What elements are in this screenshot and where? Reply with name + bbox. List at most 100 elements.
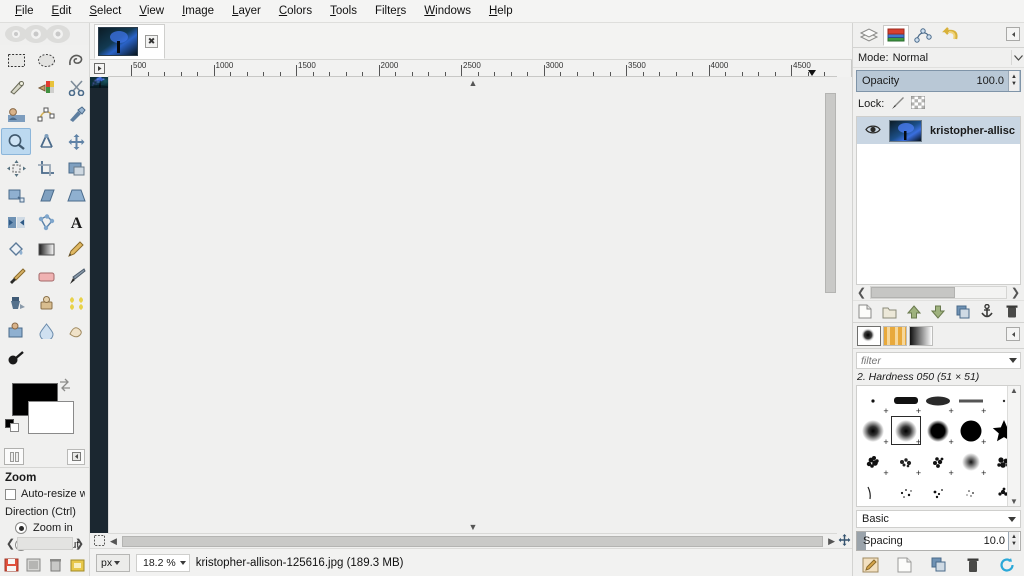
tab-layers[interactable] <box>856 25 882 46</box>
brush-grid[interactable]: + + + + + + + + + + + + ▲ ▼ <box>856 385 1021 507</box>
tab-undo-history[interactable] <box>937 25 963 46</box>
tool-scale[interactable] <box>1 182 31 209</box>
menu-colors[interactable]: Colors <box>270 2 321 20</box>
tab-paths[interactable] <box>910 25 936 46</box>
delete-tool-preset-icon[interactable] <box>47 555 64 574</box>
brush-item-selected[interactable]: + <box>890 415 923 447</box>
auto-resize-checkbox[interactable] <box>5 488 16 500</box>
delete-brush-icon[interactable] <box>963 555 983 574</box>
zoom-selector[interactable]: 18.2 % <box>136 553 190 572</box>
scroll-up-icon[interactable]: ▲ <box>469 77 478 88</box>
tool-pencil[interactable] <box>61 236 91 263</box>
tool-shear[interactable] <box>31 182 61 209</box>
dock-menu-icon[interactable] <box>1006 27 1020 41</box>
lock-pixels-icon[interactable] <box>890 96 905 113</box>
tool-cage-transform[interactable] <box>31 209 61 236</box>
tool-rect-select[interactable] <box>1 47 31 74</box>
tool-alignment[interactable] <box>1 155 31 182</box>
tool-blur-sharpen[interactable] <box>31 317 61 344</box>
brush-item[interactable]: + <box>922 446 955 478</box>
brush-item[interactable]: + <box>922 386 955 416</box>
unit-selector[interactable]: px <box>96 553 130 572</box>
brush-item[interactable]: + <box>857 386 890 416</box>
tool-rotate[interactable] <box>61 155 91 182</box>
layer-row[interactable]: kristopher-allisc <box>857 117 1020 144</box>
image-menu-button[interactable] <box>90 60 108 77</box>
brush-item[interactable]: + <box>955 446 988 478</box>
lower-layer-icon[interactable] <box>928 302 948 321</box>
tool-free-select[interactable] <box>61 47 91 74</box>
scroll-left-icon[interactable]: ❮ <box>856 286 867 299</box>
tool-measure[interactable] <box>31 128 61 155</box>
brush-item[interactable]: + <box>955 415 988 447</box>
opacity-spinner[interactable]: ▲ ▼ <box>1008 71 1019 91</box>
save-tool-preset-icon[interactable] <box>3 555 20 574</box>
brush-filter-input[interactable] <box>857 354 1006 367</box>
brush-filter-dropdown-icon[interactable] <box>1006 358 1020 363</box>
scroll-down-icon[interactable]: ▼ <box>469 522 478 533</box>
brush-item[interactable]: + <box>890 446 923 478</box>
toolbox-menu-icon[interactable] <box>67 448 85 465</box>
tool-crop[interactable] <box>31 155 61 182</box>
tool-clone[interactable] <box>61 290 91 317</box>
tool-scissors-select[interactable] <box>61 74 91 101</box>
zoom-in-option[interactable]: Zoom in <box>15 522 85 534</box>
device-status-icon[interactable] <box>4 448 24 465</box>
menu-tools[interactable]: Tools <box>321 2 366 20</box>
layer-list-scrollbar[interactable]: ❮ ❯ <box>856 286 1021 299</box>
refresh-brushes-icon[interactable] <box>997 555 1017 574</box>
brush-item[interactable] <box>922 477 955 506</box>
tool-color-picker[interactable] <box>61 101 91 128</box>
scroll-thumb[interactable] <box>871 287 955 298</box>
layer-mode-row[interactable]: Mode: Normal <box>853 48 1024 68</box>
menu-filters[interactable]: Filters <box>366 2 415 20</box>
spacing-slider[interactable]: Spacing 10.0 ▲ ▼ <box>856 531 1021 551</box>
scroll-up-icon[interactable]: ▲ <box>1010 386 1018 395</box>
scroll-right-icon[interactable]: ▶ <box>828 536 835 547</box>
menu-help[interactable]: Help <box>480 2 522 20</box>
scroll-track[interactable] <box>870 286 1007 299</box>
menu-windows[interactable]: Windows <box>415 2 480 20</box>
horizontal-ruler[interactable]: 500 1000 1500 2000 2500 3000 3500 4000 4500 <box>108 60 837 77</box>
tool-text[interactable]: A <box>61 209 91 236</box>
tool-gradient[interactable] <box>31 236 61 263</box>
menu-image[interactable]: Image <box>173 2 223 20</box>
tool-flip[interactable] <box>1 209 31 236</box>
auto-resize-window-option[interactable]: Auto-resize wind <box>5 488 85 500</box>
brush-item[interactable]: + <box>890 386 923 416</box>
tool-ink[interactable] <box>1 290 31 317</box>
scroll-left-icon[interactable]: ◀ <box>110 536 117 547</box>
scroll-down-icon[interactable]: ▼ <box>1010 497 1018 506</box>
brush-item[interactable]: + <box>955 386 988 416</box>
scroll-track[interactable] <box>17 537 73 550</box>
new-brush-icon[interactable] <box>894 555 914 574</box>
mode-dropdown-icon[interactable] <box>1011 50 1024 65</box>
brush-dock-menu-icon[interactable] <box>1006 327 1020 341</box>
layer-list[interactable]: kristopher-allisc <box>856 116 1021 285</box>
horizontal-scroll-thumb[interactable] <box>122 535 823 547</box>
restore-tool-preset-icon[interactable] <box>25 555 42 574</box>
tool-bucket-fill[interactable] <box>1 236 31 263</box>
brush-item[interactable] <box>857 477 890 506</box>
tool-move[interactable] <box>61 128 91 155</box>
tool-ellipse-select[interactable] <box>31 47 61 74</box>
reset-colors-icon[interactable] <box>5 419 21 433</box>
navigation-preview-button[interactable] <box>837 533 852 548</box>
scroll-left-icon[interactable]: ❮ <box>4 537 17 550</box>
image-tab[interactable]: ✖ <box>94 23 165 59</box>
new-layer-icon[interactable] <box>855 302 875 321</box>
brush-tag-dropdown-icon[interactable] <box>1004 516 1020 522</box>
brush-item[interactable] <box>955 477 988 506</box>
swap-colors-icon[interactable] <box>58 378 72 392</box>
canvas-vertical-scrollbar[interactable]: ▲ ▼ <box>108 77 837 533</box>
lock-alpha-icon[interactable] <box>910 95 926 112</box>
tab-gradients[interactable] <box>909 325 933 346</box>
menu-view[interactable]: View <box>130 2 173 20</box>
layer-visibility-icon[interactable] <box>865 124 881 138</box>
tab-brushes[interactable] <box>857 325 881 346</box>
edit-brush-icon[interactable] <box>860 555 880 574</box>
vertical-ruler[interactable]: 50010001500200025003000 <box>837 60 852 77</box>
brush-tag-selector[interactable]: Basic <box>856 510 1021 528</box>
tool-fuzzy-select[interactable] <box>1 74 31 101</box>
menu-file[interactable]: FFileile <box>6 2 43 20</box>
